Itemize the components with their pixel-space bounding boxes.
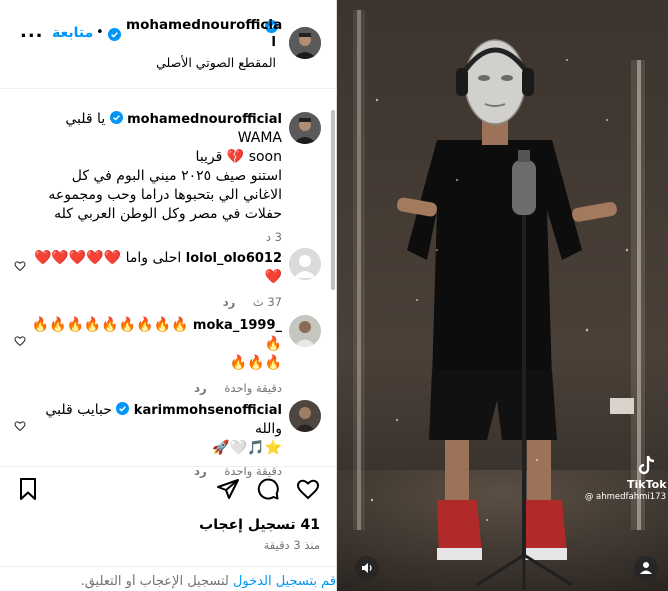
login-link[interactable]: قم بتسجيل الدخول — [233, 574, 336, 589]
more-icon[interactable]: ... — [20, 23, 44, 41]
comment-username[interactable]: karimmohsenofficial — [134, 403, 282, 418]
author-username-line2[interactable]: l — [126, 34, 276, 51]
comments-scrollbar[interactable] — [330, 0, 336, 591]
avatar-image — [289, 112, 321, 144]
sound-toggle[interactable] — [355, 556, 379, 580]
user-icon — [289, 248, 321, 280]
caption-avatar[interactable] — [289, 112, 321, 144]
post-header: mohamednourofficia l • متابعة ... المقطع… — [0, 0, 337, 87]
comment-text: ⭐🎵🤍🚀 — [212, 440, 282, 456]
comment-username[interactable]: lolol_olo6012 — [186, 251, 282, 266]
comment-icon[interactable] — [256, 477, 280, 501]
heart-icon[interactable] — [296, 477, 320, 501]
likes-count[interactable]: 41 تسجيل إعجاب — [199, 517, 320, 533]
author-username[interactable]: mohamednourofficia l — [126, 17, 282, 51]
sound-icon — [362, 563, 372, 573]
post-caption: mohamednourofficial يا قلبي WAMA soon 💔 … — [0, 100, 337, 244]
comment-body: lolol_olo6012 احلى واما ❤️❤️❤️❤️❤️❤️ 37 … — [22, 249, 282, 309]
login-prompt: قم بتسجيل الدخول لتسجيل الإعجاب أو التعل… — [0, 574, 336, 589]
avatar-image — [289, 315, 321, 347]
caption-username[interactable]: mohamednourofficial — [127, 112, 282, 127]
separator-dot: • — [96, 25, 104, 40]
comment-text: 🔥🔥🔥 — [229, 355, 282, 371]
author-avatar[interactable] — [289, 27, 321, 59]
actions-divider — [0, 466, 337, 467]
heart-icon[interactable] — [14, 260, 26, 272]
post-panel: mohamednourofficia l • متابعة ... المقطع… — [0, 0, 337, 591]
comment-avatar[interactable] — [289, 315, 321, 347]
caption-line: حفلات في مصر وكل الوطن العربي كله — [54, 206, 282, 222]
tiktok-handle: @ ahmedfahmi173 — [584, 492, 666, 502]
comment-avatar[interactable] — [289, 400, 321, 432]
comment-username[interactable]: moka_1999_ — [193, 318, 282, 333]
avatar-image — [289, 27, 321, 59]
comment-item: lolol_olo6012 احلى واما ❤️❤️❤️❤️❤️❤️ 37 … — [0, 238, 337, 309]
caption-line: استنو صيف ٢٠٢٥ ميني البوم في كل — [71, 168, 282, 184]
user-tags-button[interactable] — [634, 556, 658, 580]
comment-item: karimmohsenofficial حبايب قلبي والله ⭐🎵🤍… — [0, 390, 337, 478]
follow-button[interactable]: متابعة — [52, 25, 93, 41]
login-prompt-text: لتسجيل الإعجاب أو التعليق. — [80, 574, 233, 589]
scrollbar-thumb[interactable] — [331, 110, 335, 290]
audio-label[interactable]: المقطع الصوتي الأصلي — [156, 55, 276, 70]
user-icon — [640, 562, 652, 574]
caption-line: الاغاني الي بتحبوها دراما وحب ومجموعه — [48, 187, 282, 203]
heart-icon[interactable] — [14, 420, 26, 432]
post-time[interactable]: منذ 3 دقيقة — [264, 538, 320, 552]
video-frame — [337, 0, 668, 591]
header-divider — [0, 88, 337, 89]
footer-divider — [0, 566, 337, 567]
verified-icon — [109, 111, 123, 124]
video-player[interactable]: TikTok @ ahmedfahmi173 — [337, 0, 668, 591]
comment-item: moka_1999_ 🔥🔥🔥🔥🔥🔥🔥🔥🔥🔥 🔥🔥🔥 دقيقة واحدة رد — [0, 305, 337, 395]
avatar-image — [289, 400, 321, 432]
bookmark-icon[interactable] — [16, 477, 40, 501]
heart-icon[interactable] — [14, 335, 26, 347]
comment-avatar[interactable] — [289, 248, 321, 280]
caption-line: soon 💔 قريبا — [195, 149, 282, 165]
comment-body: moka_1999_ 🔥🔥🔥🔥🔥🔥🔥🔥🔥🔥 🔥🔥🔥 دقيقة واحدة رد — [22, 316, 282, 395]
author-username-line1[interactable]: mohamednourofficia — [126, 17, 282, 34]
verified-icon — [108, 26, 121, 45]
tiktok-label: TikTok — [627, 478, 667, 491]
caption-body: mohamednourofficial يا قلبي WAMA soon 💔 … — [22, 110, 282, 244]
verified-icon — [116, 402, 130, 415]
share-icon[interactable] — [216, 477, 240, 501]
